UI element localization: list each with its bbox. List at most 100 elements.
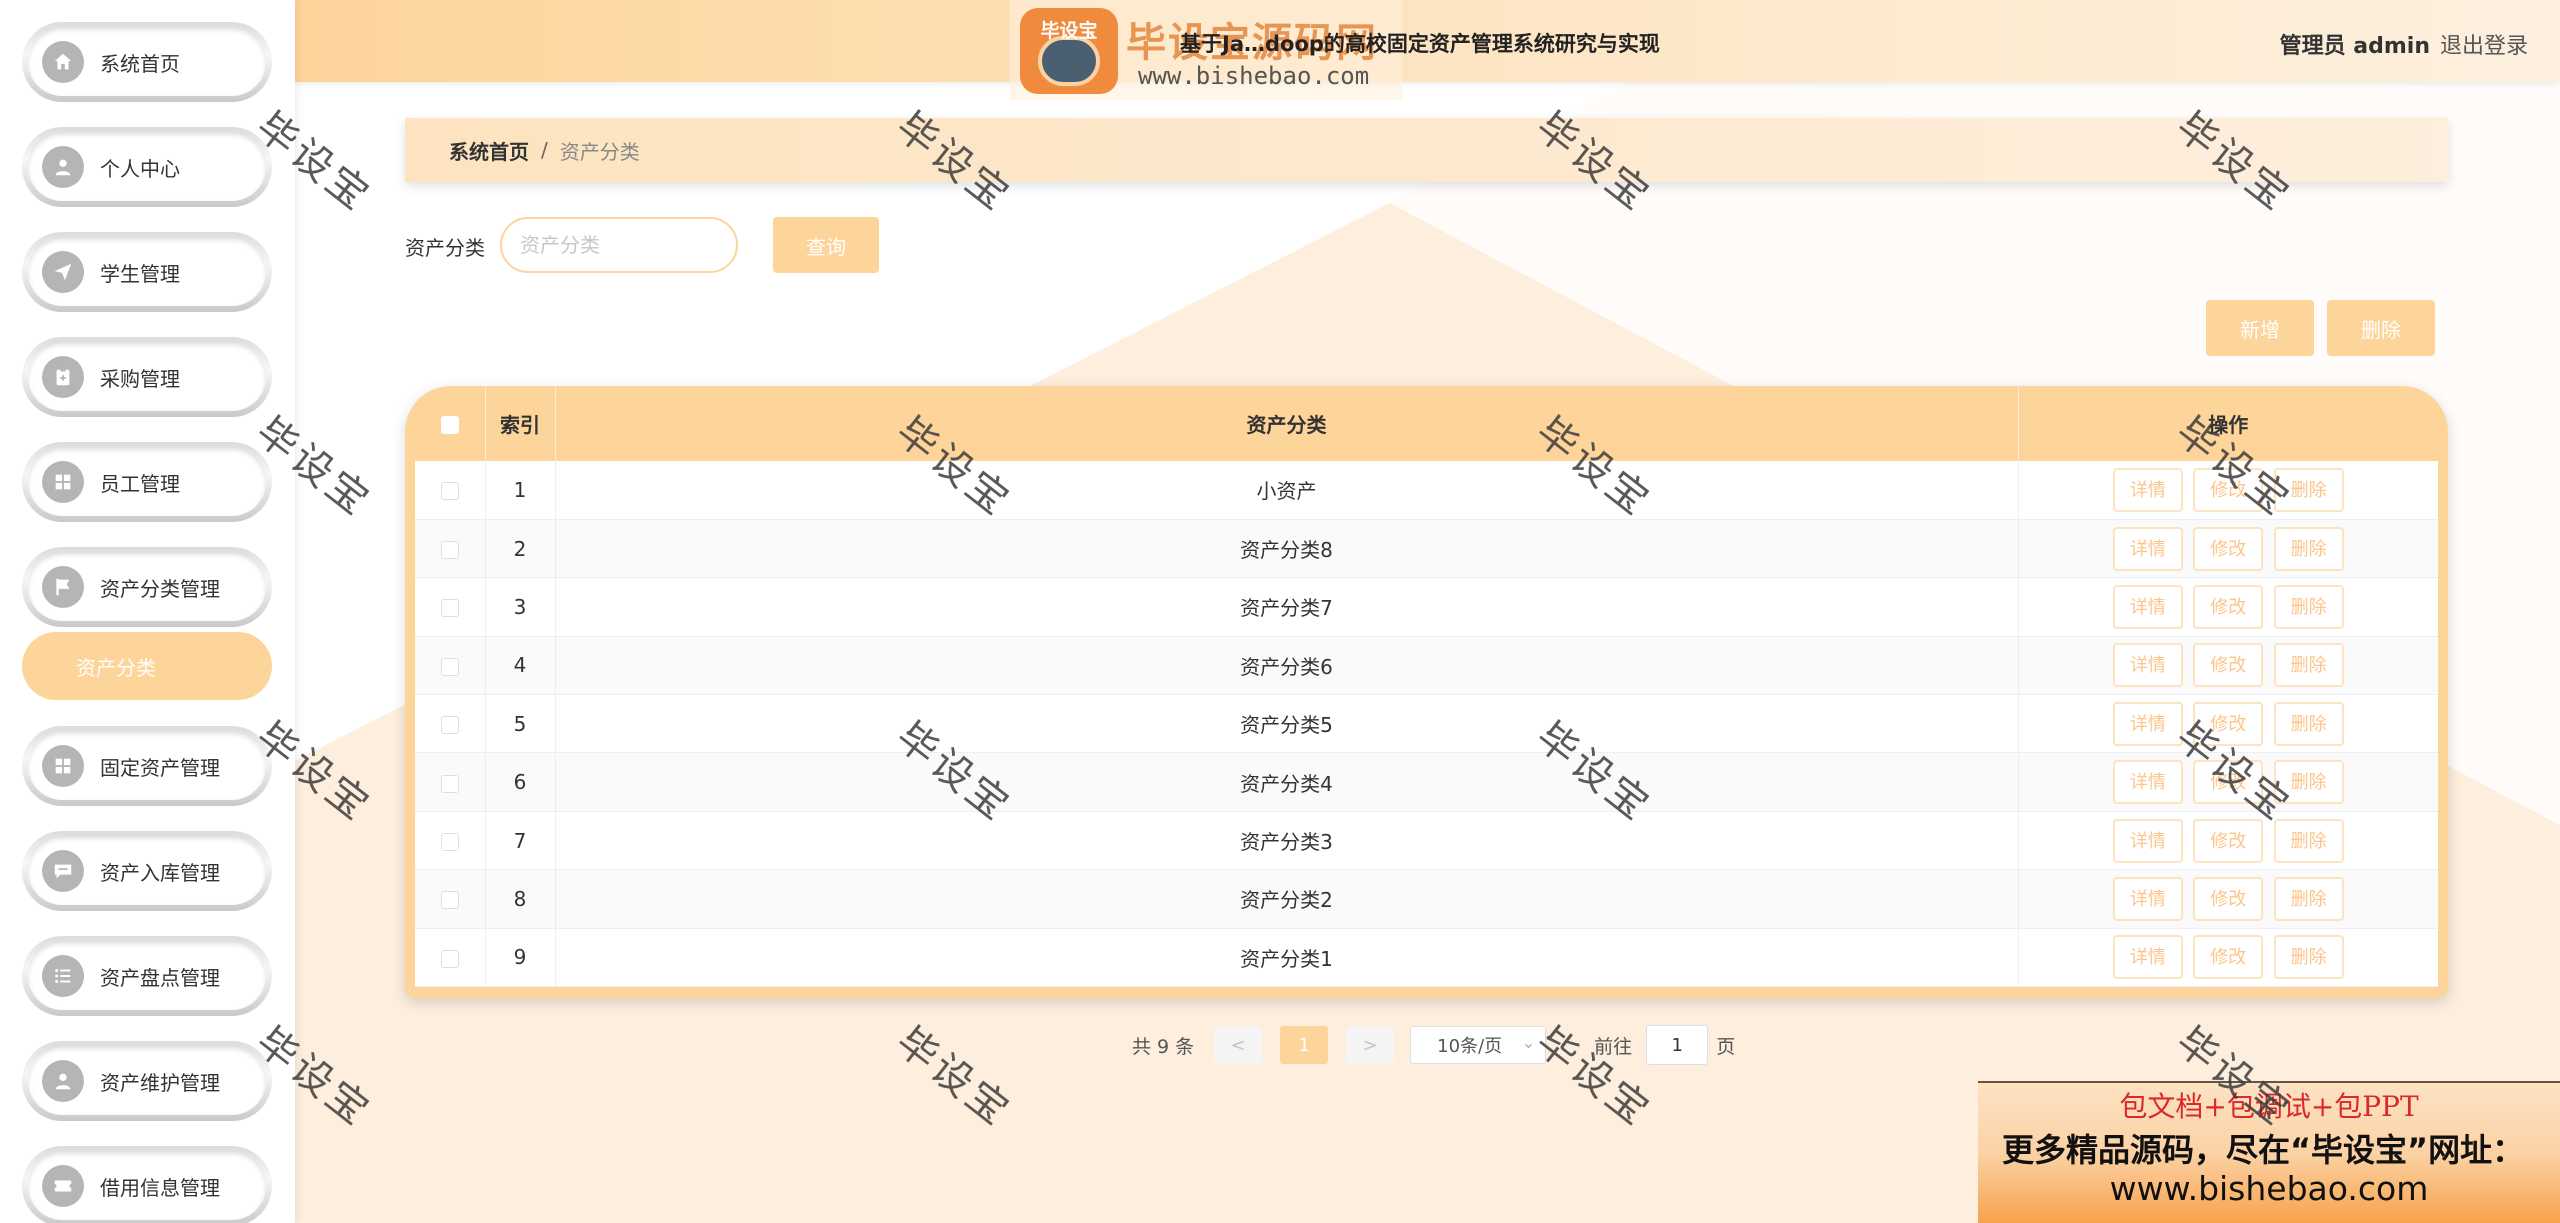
goto-page-input[interactable] xyxy=(1646,1025,1709,1065)
row-checkbox[interactable] xyxy=(440,774,459,793)
batch-delete-button[interactable]: 删除 xyxy=(2327,300,2435,356)
cell-actions: 详情 修改 删除 xyxy=(2018,811,2438,871)
sidebar-item-asset-inventory[interactable]: 资产盘点管理 xyxy=(22,936,272,1016)
delete-button[interactable]: 删除 xyxy=(2273,701,2344,746)
prev-page-button[interactable]: < xyxy=(1214,1026,1263,1064)
delete-button[interactable]: 删除 xyxy=(2273,876,2344,921)
sidebar-item-asset-maintenance[interactable]: 资产维护管理 xyxy=(22,1041,272,1121)
breadcrumb-home[interactable]: 系统首页 xyxy=(449,136,529,165)
column-header-index: 索引 xyxy=(485,386,556,461)
detail-button[interactable]: 详情 xyxy=(2112,935,2183,980)
cell-category: 资产分类3 xyxy=(555,811,2019,871)
detail-button[interactable]: 详情 xyxy=(2112,876,2183,921)
row-checkbox[interactable] xyxy=(440,482,459,501)
detail-button[interactable]: 详情 xyxy=(2112,818,2183,863)
row-checkbox[interactable] xyxy=(440,657,459,676)
cell-category: 小资产 xyxy=(555,461,2019,520)
row-checkbox[interactable] xyxy=(440,891,459,910)
add-button[interactable]: 新增 xyxy=(2206,300,2314,356)
sidebar-item-staff[interactable]: 员工管理 xyxy=(22,442,272,522)
table-row: 8 资产分类2 详情 修改 删除 xyxy=(415,869,2438,929)
table-row: 1 小资产 详情 修改 删除 xyxy=(415,461,2438,520)
logo-face-icon xyxy=(1038,36,1100,86)
delete-button[interactable]: 删除 xyxy=(2273,526,2344,571)
sidebar-item-asset-inbound[interactable]: 资产入库管理 xyxy=(22,831,272,911)
sidebar-item-label: 系统首页 xyxy=(100,51,180,76)
page-unit-label: 页 xyxy=(1716,1035,1736,1058)
page-size-select[interactable]: 10条/页 ⌄ xyxy=(1410,1026,1547,1064)
cell-actions: 详情 修改 删除 xyxy=(2018,577,2438,637)
row-select-cell xyxy=(415,461,486,520)
row-checkbox[interactable] xyxy=(440,833,459,852)
cell-category: 资产分类4 xyxy=(555,752,2019,812)
table-row: 3 资产分类7 详情 修改 删除 xyxy=(415,577,2438,637)
sidebar-item-label: 采购管理 xyxy=(100,366,180,391)
edit-button[interactable]: 修改 xyxy=(2193,701,2264,746)
delete-button[interactable]: 删除 xyxy=(2273,467,2344,512)
cell-category: 资产分类1 xyxy=(555,928,2019,988)
logo: 毕设宝 xyxy=(1020,8,1118,94)
edit-button[interactable]: 修改 xyxy=(2193,760,2264,805)
row-checkbox[interactable] xyxy=(440,949,459,968)
edit-button[interactable]: 修改 xyxy=(2193,935,2264,980)
row-checkbox[interactable] xyxy=(440,716,459,735)
row-checkbox[interactable] xyxy=(440,599,459,618)
delete-button[interactable]: 删除 xyxy=(2273,643,2344,688)
edit-button[interactable]: 修改 xyxy=(2193,818,2264,863)
edit-button[interactable]: 修改 xyxy=(2193,643,2264,688)
query-button[interactable]: 查询 xyxy=(773,217,879,273)
ad-line-3: www.bishebao.com xyxy=(2109,1169,2429,1208)
sidebar-item-label: 借用信息管理 xyxy=(100,1175,220,1200)
page-number-button[interactable]: 1 xyxy=(1280,1026,1329,1064)
edit-button[interactable]: 修改 xyxy=(2193,467,2264,512)
edit-button[interactable]: 修改 xyxy=(2193,876,2264,921)
detail-button[interactable]: 详情 xyxy=(2112,643,2183,688)
sidebar-item-label: 资产分类管理 xyxy=(100,576,220,601)
current-user: 管理员 admin xyxy=(2279,34,2430,59)
detail-button[interactable]: 详情 xyxy=(2112,526,2183,571)
sidebar-item-asset-category[interactable]: 资产分类管理 xyxy=(22,547,272,627)
user-icon xyxy=(42,146,84,188)
edit-button[interactable]: 修改 xyxy=(2193,526,2264,571)
row-checkbox[interactable] xyxy=(440,541,459,560)
sidebar-item-students[interactable]: 学生管理 xyxy=(22,232,272,312)
detail-button[interactable]: 详情 xyxy=(2112,584,2183,629)
detail-button[interactable]: 详情 xyxy=(2112,701,2183,746)
sidebar-item-borrow[interactable]: 借用信息管理 xyxy=(22,1146,272,1223)
delete-button[interactable]: 删除 xyxy=(2273,584,2344,629)
ticket-icon xyxy=(42,1165,84,1207)
sidebar-subitem-asset-category[interactable]: 资产分类 xyxy=(22,632,272,700)
search-label: 资产分类 xyxy=(405,236,485,260)
cell-index: 2 xyxy=(485,519,556,579)
user-icon xyxy=(42,1060,84,1102)
detail-button[interactable]: 详情 xyxy=(2112,760,2183,805)
logo-badge-text: 毕设宝 xyxy=(1040,20,1098,42)
cell-actions: 详情 修改 删除 xyxy=(2018,694,2438,754)
breadcrumb-separator: / xyxy=(541,138,548,162)
sidebar-item-label: 员工管理 xyxy=(100,471,180,496)
delete-button[interactable]: 删除 xyxy=(2273,818,2344,863)
delete-button[interactable]: 删除 xyxy=(2273,760,2344,805)
chevron-down-icon: ⌄ xyxy=(1521,1033,1536,1052)
logout-link[interactable]: 退出登录 xyxy=(2440,28,2528,60)
logo-url: www.bishebao.com xyxy=(1138,62,1370,90)
delete-button[interactable]: 删除 xyxy=(2273,935,2344,980)
home-icon xyxy=(42,41,84,83)
cell-actions: 详情 修改 删除 xyxy=(2018,461,2438,520)
search-input[interactable] xyxy=(500,217,738,273)
sidebar-item-fixed-assets[interactable]: 固定资产管理 xyxy=(22,726,272,806)
detail-button[interactable]: 详情 xyxy=(2112,467,2183,512)
table-header-row: 索引 资产分类 操作 xyxy=(415,386,2438,461)
sidebar-item-purchase[interactable]: 采购管理 xyxy=(22,337,272,417)
table-row: 5 资产分类5 详情 修改 删除 xyxy=(415,694,2438,754)
cell-actions: 详情 修改 删除 xyxy=(2018,869,2438,929)
select-all-checkbox[interactable] xyxy=(440,416,459,434)
edit-button[interactable]: 修改 xyxy=(2193,584,2264,629)
send-icon xyxy=(42,251,84,293)
sidebar-item-home[interactable]: 系统首页 xyxy=(22,22,272,102)
sidebar-item-profile[interactable]: 个人中心 xyxy=(22,127,272,207)
breadcrumb-current: 资产分类 xyxy=(559,139,640,164)
goto-label: 前往 xyxy=(1594,1035,1633,1058)
pagination: 共 9 条 < 1 > 10条/页 ⌄ 前往 页 xyxy=(1132,1025,1735,1065)
next-page-button[interactable]: > xyxy=(1346,1026,1395,1064)
